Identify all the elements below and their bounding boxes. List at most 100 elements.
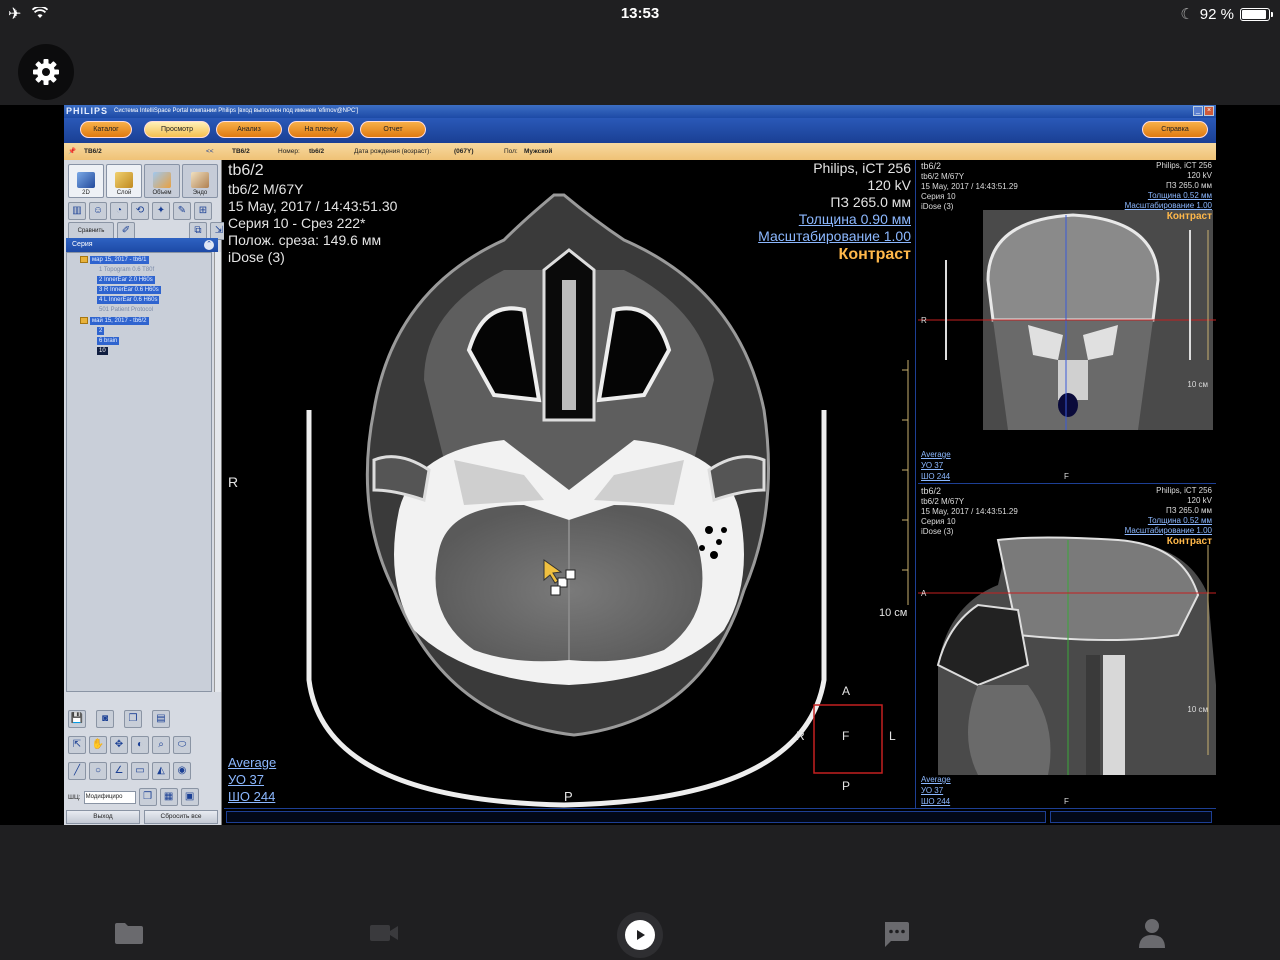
sagittal-wl-value[interactable]: УО 37	[921, 786, 943, 796]
preset-film-icon[interactable]: ▣	[180, 788, 199, 806]
eraser-tool-icon[interactable]: ⬭	[173, 736, 191, 754]
circle-tool-icon[interactable]: ◉	[173, 762, 191, 780]
sagittal-ww-value[interactable]: ШО 244	[921, 797, 950, 807]
profile-tab[interactable]	[1138, 918, 1166, 953]
tree-study-1[interactable]: мар 15, 2017 - tb6/1	[90, 256, 149, 264]
zoom-tool-icon[interactable]: ⌕	[152, 736, 170, 754]
menu-view[interactable]: Просмотр	[144, 121, 210, 138]
preset-list-icon[interactable]: ▦	[159, 788, 178, 806]
reset-all-button[interactable]: Сбросить все	[144, 810, 218, 824]
book-icon[interactable]: ▤	[152, 710, 170, 728]
pan-tool-icon[interactable]: ✥	[110, 736, 128, 754]
menu-film[interactable]: На пленку	[288, 121, 354, 138]
folder-tab[interactable]	[114, 921, 144, 950]
pin-icon[interactable]: 📌	[68, 143, 76, 160]
sagittal-kv: 120 kV	[1187, 496, 1212, 505]
axial-datetime: 15 May, 2017 / 14:43:51.30	[228, 198, 398, 214]
coronal-thickness-link[interactable]: Толщина 0.52 мм	[1148, 191, 1212, 201]
tree-series-brain[interactable]: 6 brain	[97, 337, 120, 345]
coronal-average-link[interactable]: Average	[921, 450, 951, 460]
mode-endo-button[interactable]: Эндо	[182, 164, 218, 198]
tree-series-protocol[interactable]: 501 Patient Protocol	[97, 306, 155, 314]
angle-tool-icon[interactable]: ∠	[110, 762, 128, 780]
copy-icon[interactable]: ❐	[124, 710, 142, 728]
camera-icon[interactable]: ◙	[96, 710, 114, 728]
coronal-patient-id: tb6/2	[921, 161, 942, 171]
coronal-kv: 120 kV	[1187, 171, 1212, 180]
head-tool-icon[interactable]: ◔	[110, 202, 128, 220]
tree-series-topogram[interactable]: 1 Topogram 0.6 T80f	[97, 266, 156, 274]
tree-series-2[interactable]: 2	[97, 327, 105, 335]
mode-slice-button[interactable]: Слой	[106, 164, 142, 198]
ellipse-tool-icon[interactable]: ○	[89, 762, 107, 780]
grid-layout-icon[interactable]: ⊞	[194, 202, 212, 220]
series-tree: мар 15, 2017 - tb6/1 1 Topogram 0.6 T80f…	[66, 252, 212, 692]
axial-scaling-link[interactable]: Масштабирование 1.00	[758, 228, 911, 245]
axial-ww-value[interactable]: ШО 244	[228, 788, 275, 805]
bone-tool-icon[interactable]: ✦	[152, 202, 170, 220]
coronal-orient-right: R	[921, 316, 927, 325]
cube-foot: F	[842, 729, 850, 743]
exit-button[interactable]: Выход	[66, 810, 140, 824]
series-scrollbar[interactable]	[214, 252, 221, 692]
series-collapse-icon[interactable]: ⌃	[204, 240, 214, 250]
study-folder-icon	[80, 317, 88, 324]
line-tool-icon[interactable]: ╱	[68, 762, 86, 780]
ruler-tool-icon[interactable]: ▭	[131, 762, 149, 780]
axial-viewport[interactable]: tb6/2 tb6/2 M/67Y 15 May, 2017 / 14:43:5…	[224, 160, 916, 808]
tree-series-r-innerear[interactable]: 3 R InnerEar 0.6 H60s	[97, 286, 161, 294]
axial-average-link[interactable]: Average	[228, 754, 276, 771]
menu-analysis[interactable]: Анализ	[216, 121, 282, 138]
tree-series-l-innerear[interactable]: 4 L InnerEar 0.6 H60s	[97, 296, 160, 304]
wl-preset-select[interactable]: Модифициро	[83, 790, 136, 804]
coronal-scaling-link[interactable]: Масштабирование 1.00	[1125, 201, 1212, 211]
select-tool-icon[interactable]: ⇱	[68, 736, 86, 754]
help-button[interactable]: Справка	[1142, 121, 1208, 138]
menu-report[interactable]: Отчет	[360, 121, 426, 138]
chat-tab[interactable]	[882, 920, 910, 953]
sagittal-orient-foot: F	[1064, 797, 1069, 806]
sagittal-scaling-link[interactable]: Масштабирование 1.00	[1125, 526, 1212, 536]
axial-wl-value[interactable]: УО 37	[228, 771, 264, 788]
face-tool-icon[interactable]: ☺	[89, 202, 107, 220]
settings-button[interactable]	[18, 44, 74, 100]
axial-thickness-link[interactable]: Толщина 0.90 мм	[799, 211, 911, 228]
play-button[interactable]	[617, 912, 663, 958]
patient-tab[interactable]: ТВ6/2	[84, 143, 102, 160]
sagittal-series: Серия 10	[921, 517, 956, 526]
status-field-side	[1050, 811, 1212, 823]
mode-2d-button[interactable]: 2D	[68, 164, 104, 198]
tree-series-innerear[interactable]: 2 InnerEar 2.0 H60s	[97, 276, 155, 284]
close-window-button[interactable]: ×	[1204, 106, 1214, 116]
save-icon[interactable]: 💾	[68, 710, 86, 728]
sagittal-average-link[interactable]: Average	[921, 775, 951, 785]
sagittal-patient-id: tb6/2	[921, 486, 942, 496]
video-tab[interactable]	[369, 923, 399, 948]
hand-tool-icon[interactable]: ✋	[89, 736, 107, 754]
patient-number: tb6/2	[309, 148, 325, 155]
tree-series-10[interactable]: 10	[97, 347, 108, 355]
menu-catalog[interactable]: Каталог	[80, 121, 132, 138]
collapse-left-button[interactable]: <<	[206, 143, 214, 160]
annotation-tool-icon[interactable]: ✎	[173, 202, 191, 220]
sagittal-scale-label: 10 см	[1187, 705, 1208, 714]
minimize-button[interactable]: _	[1193, 106, 1203, 116]
coronal-ww-value[interactable]: ШО 244	[921, 472, 950, 482]
coronal-scale-label: 10 см	[1187, 380, 1208, 389]
sagittal-viewport[interactable]: tb6/2 tb6/2 M/67Y 15 May, 2017 / 14:43:5…	[918, 485, 1216, 808]
video-camera-icon	[370, 925, 398, 941]
coronal-wl-value[interactable]: УО 37	[921, 461, 943, 471]
sagittal-thickness-link[interactable]: Толщина 0.52 мм	[1148, 516, 1212, 526]
preset-copy-icon[interactable]: ❐	[138, 788, 157, 806]
tree-study-2[interactable]: май 15, 2017 - tb6/2	[90, 317, 149, 325]
sync-tool-icon[interactable]: ⟲	[131, 202, 149, 220]
sagittal-idose: iDose (3)	[921, 527, 954, 536]
coronal-viewport[interactable]: tb6/2 tb6/2 M/67Y 15 May, 2017 / 14:43:5…	[918, 160, 1216, 484]
coronal-orient-foot: F	[1064, 472, 1069, 481]
layout-tool-icon[interactable]: ▥	[68, 202, 86, 220]
window-tool-icon[interactable]: ◐	[131, 736, 149, 754]
axial-kv: 120 kV	[867, 177, 911, 193]
sagittal-orient-anterior: A	[921, 589, 927, 598]
roi-tool-icon[interactable]: ◭	[152, 762, 170, 780]
mode-volume-button[interactable]: Объем	[144, 164, 180, 198]
